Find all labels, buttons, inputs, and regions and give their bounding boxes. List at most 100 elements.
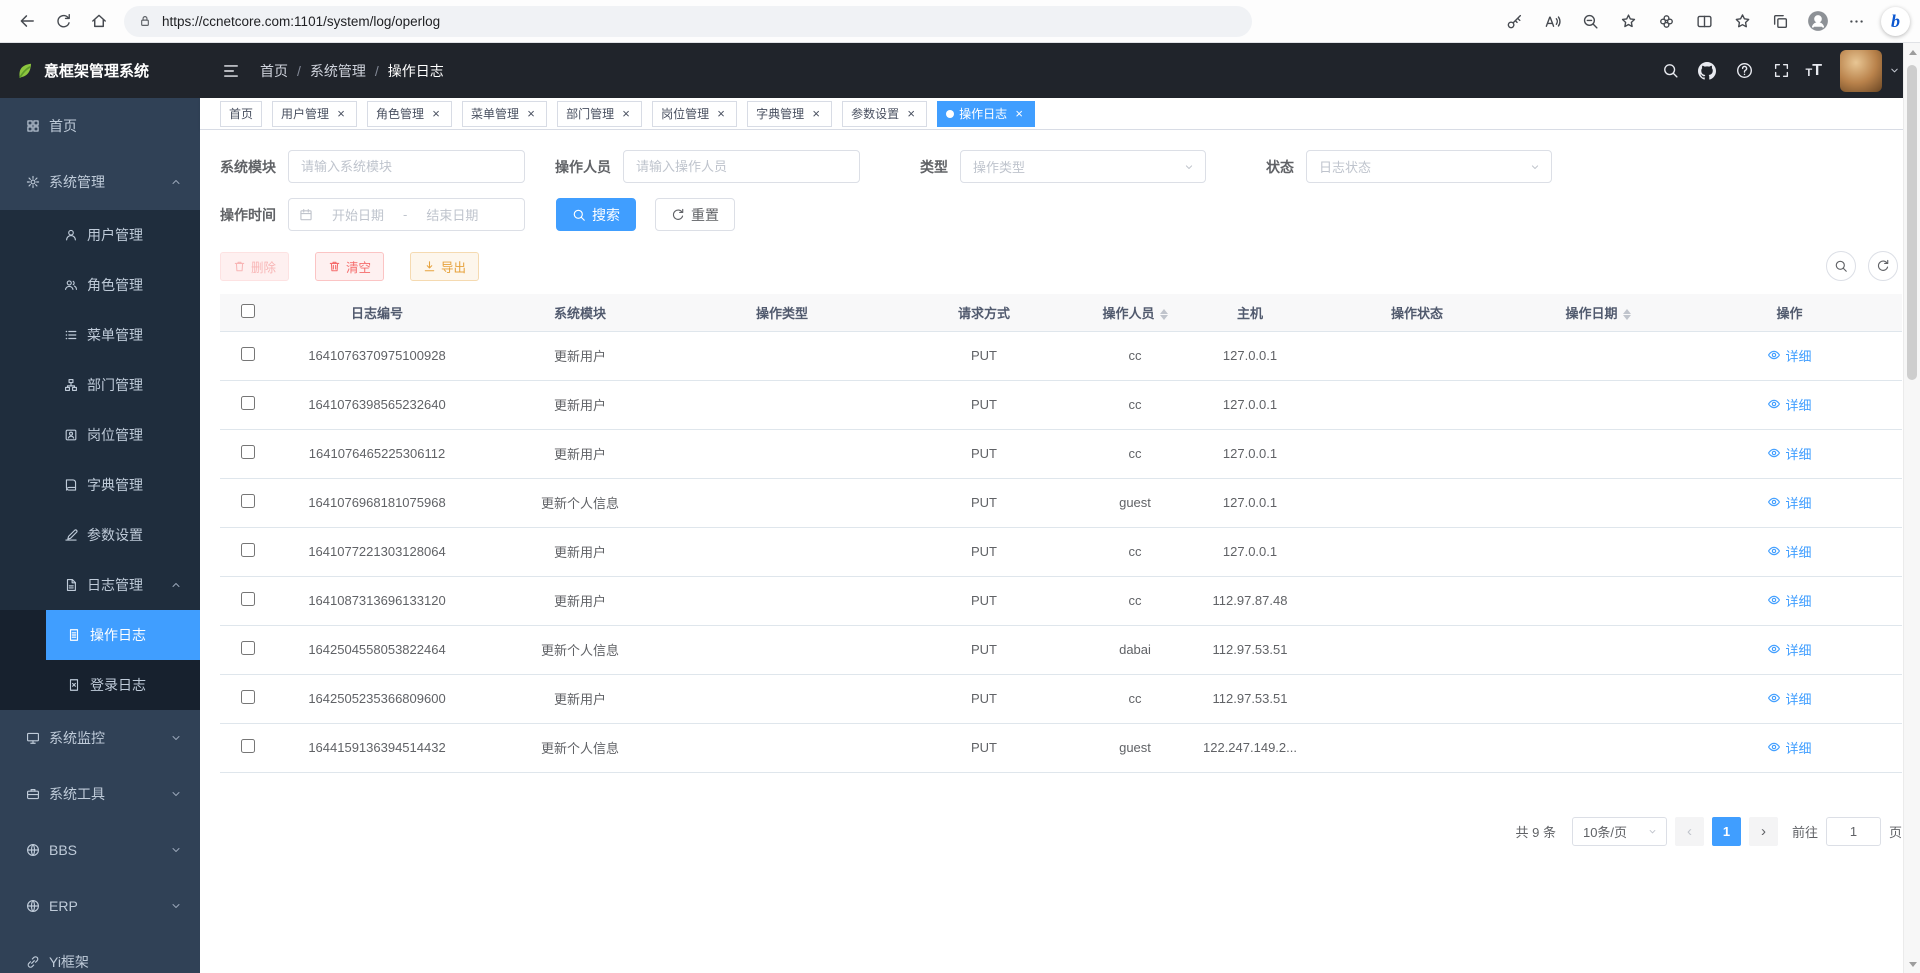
tab[interactable]: 操作日志 ×	[937, 101, 1035, 127]
github-icon[interactable]	[1692, 56, 1722, 86]
module-input[interactable]	[288, 150, 525, 183]
page-size-select[interactable]: 10条/页	[1572, 817, 1667, 846]
sidebar-item-dictionary-management[interactable]: 字典管理	[0, 460, 200, 510]
tab-close-icon[interactable]: ×	[334, 107, 348, 121]
detail-link[interactable]: 详细	[1767, 542, 1811, 561]
browser-back-button[interactable]	[10, 4, 44, 38]
sidebar-toggle-button[interactable]	[214, 54, 248, 88]
row-checkbox[interactable]	[241, 543, 255, 557]
tab[interactable]: 字典管理 ×	[747, 101, 832, 127]
column-header-date[interactable]: 操作日期	[1519, 294, 1677, 331]
detail-link[interactable]: 详细	[1767, 493, 1811, 512]
sidebar-item-system-tools[interactable]: 系统工具	[0, 766, 200, 822]
tab-close-icon[interactable]: ×	[1012, 107, 1026, 121]
type-select[interactable]: 操作类型	[960, 150, 1206, 183]
next-page-button[interactable]: ›	[1749, 817, 1778, 846]
sidebar-item-post-management[interactable]: 岗位管理	[0, 410, 200, 460]
row-checkbox[interactable]	[241, 445, 255, 459]
status-select[interactable]: 日志状态	[1306, 150, 1552, 183]
scrollbar-thumb[interactable]	[1907, 65, 1917, 380]
user-menu-caret-icon[interactable]	[1889, 65, 1900, 76]
row-checkbox[interactable]	[241, 347, 255, 361]
page-scrollbar[interactable]	[1903, 43, 1920, 973]
detail-link[interactable]: 详细	[1767, 689, 1811, 708]
search-button[interactable]: 搜索	[556, 198, 636, 231]
sidebar-item-yi-framework[interactable]: Yi框架	[0, 934, 200, 973]
detail-link[interactable]: 详细	[1767, 640, 1811, 659]
user-avatar[interactable]	[1840, 50, 1882, 92]
page-number-button[interactable]: 1	[1712, 817, 1741, 846]
favorites-add-icon[interactable]	[1611, 4, 1645, 38]
password-key-icon[interactable]	[1497, 4, 1531, 38]
detail-link[interactable]: 详细	[1767, 591, 1811, 610]
sidebar-item-erp[interactable]: ERP	[0, 878, 200, 934]
read-aloud-icon[interactable]	[1535, 4, 1569, 38]
tab-close-icon[interactable]: ×	[809, 107, 823, 121]
help-icon[interactable]	[1729, 56, 1759, 86]
fullscreen-icon[interactable]	[1766, 56, 1796, 86]
detail-link[interactable]: 详细	[1767, 738, 1811, 757]
toggle-search-button[interactable]	[1826, 251, 1856, 281]
scrollbar-up-arrow[interactable]	[1904, 44, 1920, 60]
sidebar-item-login-log[interactable]: 登录日志	[0, 660, 200, 710]
browser-essentials-icon[interactable]	[1649, 4, 1683, 38]
row-checkbox[interactable]	[241, 739, 255, 753]
breadcrumb-item-system[interactable]: 系统管理	[310, 61, 366, 81]
tab-close-icon[interactable]: ×	[524, 107, 538, 121]
detail-link[interactable]: 详细	[1767, 444, 1811, 463]
row-checkbox[interactable]	[241, 494, 255, 508]
tab-close-icon[interactable]: ×	[904, 107, 918, 121]
detail-link[interactable]: 详细	[1767, 395, 1811, 414]
header-search-icon[interactable]	[1655, 56, 1685, 86]
tab[interactable]: 岗位管理 ×	[652, 101, 737, 127]
browser-home-button[interactable]	[82, 4, 116, 38]
tab-close-icon[interactable]: ×	[619, 107, 633, 121]
favorites-icon[interactable]	[1725, 4, 1759, 38]
sidebar-item-parameter-settings[interactable]: 参数设置	[0, 510, 200, 560]
browser-profile-icon[interactable]	[1801, 4, 1835, 38]
sidebar-item-menu-management[interactable]: 菜单管理	[0, 310, 200, 360]
tab[interactable]: 用户管理 ×	[272, 101, 357, 127]
column-header-operator[interactable]: 操作人员	[1085, 294, 1185, 331]
tab-close-icon[interactable]: ×	[429, 107, 443, 121]
app-logo[interactable]: 意框架管理系统	[0, 43, 200, 98]
zoom-icon[interactable]	[1573, 4, 1607, 38]
operator-input[interactable]	[623, 150, 860, 183]
sort-icon[interactable]	[1623, 309, 1631, 320]
select-all-checkbox[interactable]	[241, 304, 255, 318]
sidebar-item-operation-log[interactable]: 操作日志	[46, 610, 200, 660]
font-size-icon[interactable]: TT	[1803, 63, 1824, 79]
sidebar-item-bbs[interactable]: BBS	[0, 822, 200, 878]
browser-menu-icon[interactable]	[1839, 4, 1873, 38]
sidebar-item-department-management[interactable]: 部门管理	[0, 360, 200, 410]
sidebar-item-home[interactable]: 首页	[0, 98, 200, 154]
split-screen-icon[interactable]	[1687, 4, 1721, 38]
tab[interactable]: 角色管理 ×	[367, 101, 452, 127]
sidebar-item-role-management[interactable]: 角色管理	[0, 260, 200, 310]
detail-link[interactable]: 详细	[1767, 346, 1811, 365]
row-checkbox[interactable]	[241, 592, 255, 606]
browser-refresh-button[interactable]	[46, 4, 80, 38]
bing-icon[interactable]: b	[1881, 7, 1910, 36]
scrollbar-down-arrow[interactable]	[1904, 956, 1920, 972]
row-checkbox[interactable]	[241, 690, 255, 704]
sort-icon[interactable]	[1160, 309, 1168, 320]
collections-icon[interactable]	[1763, 4, 1797, 38]
sidebar-item-log-management[interactable]: 日志管理	[0, 560, 200, 610]
refresh-table-button[interactable]	[1868, 251, 1898, 281]
sidebar-item-system-monitor[interactable]: 系统监控	[0, 710, 200, 766]
lock-icon[interactable]	[138, 14, 152, 28]
address-bar[interactable]: https://ccnetcore.com:1101/system/log/op…	[124, 6, 1252, 37]
breadcrumb-item-home[interactable]: 首页	[260, 61, 288, 81]
tab[interactable]: 部门管理 ×	[557, 101, 642, 127]
goto-page-input[interactable]	[1826, 817, 1881, 846]
row-checkbox[interactable]	[241, 396, 255, 410]
tab[interactable]: 首页 ×	[220, 101, 262, 127]
date-range-picker[interactable]: 开始日期 - 结束日期	[288, 198, 525, 231]
sidebar-item-user-management[interactable]: 用户管理	[0, 210, 200, 260]
export-button[interactable]: 导出	[410, 252, 479, 281]
tab-close-icon[interactable]: ×	[714, 107, 728, 121]
tab[interactable]: 参数设置 ×	[842, 101, 927, 127]
row-checkbox[interactable]	[241, 641, 255, 655]
prev-page-button[interactable]: ‹	[1675, 817, 1704, 846]
